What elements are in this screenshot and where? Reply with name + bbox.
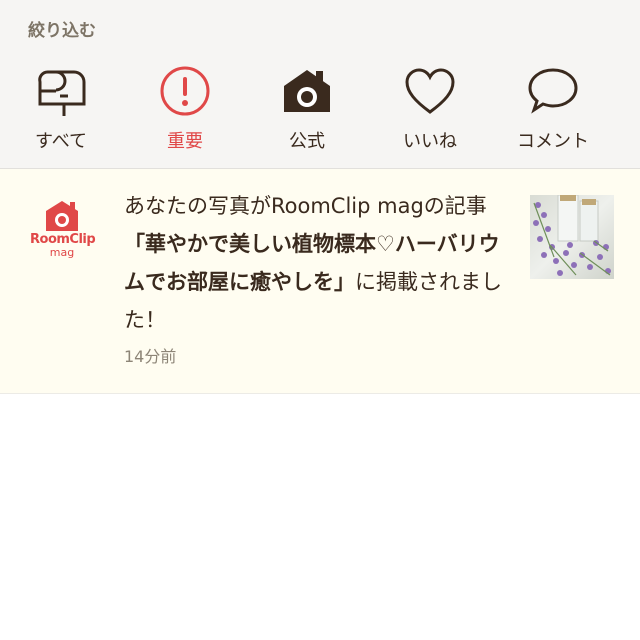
filter-panel: 絞り込む すべて 重要 公式 いいね コメント (0, 0, 640, 169)
tab-all[interactable]: すべて (6, 64, 116, 160)
notification-message: あなたの写真がRoomClip magの記事「華やかで美しい植物標本♡ハーバリウ… (124, 187, 504, 339)
notification-time: 14分前 (124, 347, 177, 366)
exclamation-circle-icon (160, 66, 210, 116)
tab-like[interactable]: いいね (375, 64, 485, 160)
speech-bubble-icon (528, 68, 578, 114)
logo-line2: mag (49, 246, 75, 259)
tab-official-label: 公式 (289, 131, 325, 152)
tab-comment[interactable]: コメント (498, 64, 608, 160)
logo-line1: RoomClip (30, 232, 96, 247)
tab-comment-label: コメント (517, 131, 589, 152)
tab-important-label: 重要 (167, 131, 203, 152)
tab-all-label: すべて (34, 131, 88, 152)
camera-house-logo-icon (46, 201, 78, 231)
filter-title: 絞り込む (28, 21, 96, 41)
article-thumbnail[interactable] (530, 195, 614, 279)
herbarium-photo (530, 195, 614, 279)
heart-icon (405, 68, 455, 114)
mailbox-icon (38, 70, 86, 116)
camera-house-icon (284, 70, 330, 112)
message-prefix: あなたの写真がRoomClip magの記事 (124, 194, 487, 218)
roomclip-mag-logo: RoomClip mag (30, 199, 96, 263)
tab-like-label: いいね (403, 131, 457, 152)
tab-important[interactable]: 重要 (130, 64, 240, 160)
notification-item[interactable]: RoomClip mag あなたの写真がRoomClip magの記事「華やかで… (0, 169, 640, 394)
tab-official[interactable]: 公式 (252, 64, 362, 160)
